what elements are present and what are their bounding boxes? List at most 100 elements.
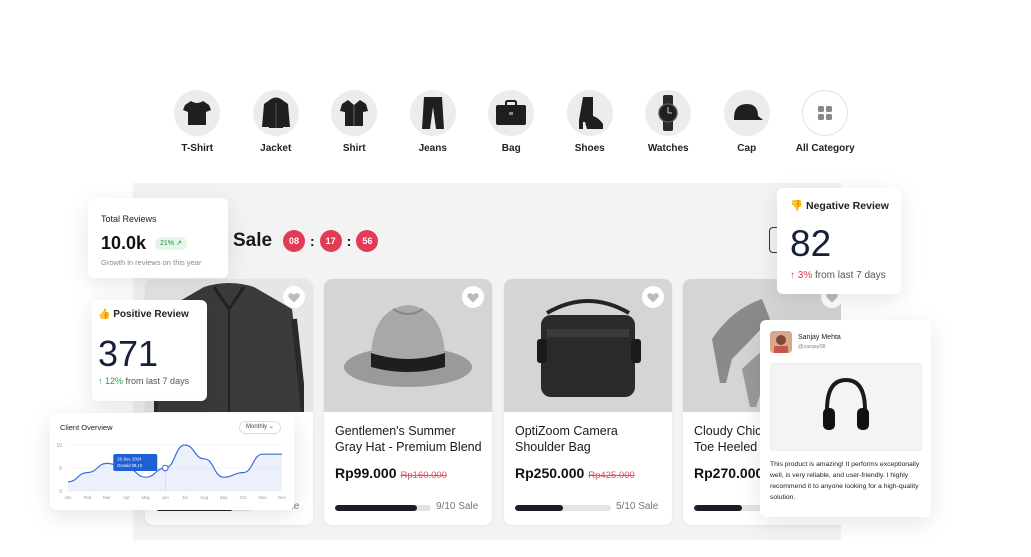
customer-review-card: Sanjay Mehta @sanjay08 This product is a… bbox=[760, 320, 931, 517]
current-price: Rp250.000 bbox=[515, 465, 585, 481]
category-bar: T-Shirt Jacket Shirt Jeans Bag Shoes Wat… bbox=[158, 90, 865, 154]
x-tick-label: Oct bbox=[240, 495, 248, 500]
product-card[interactable]: Gentlemen's Summer Gray Hat - Premium Bl… bbox=[324, 279, 492, 525]
product-image-hat bbox=[324, 279, 492, 412]
x-tick-label: Jul bbox=[182, 495, 188, 500]
negative-review-title: Negative Review bbox=[806, 200, 889, 212]
jacket-icon bbox=[252, 90, 299, 136]
timer-separator: : bbox=[346, 233, 352, 249]
category-label: Watches bbox=[647, 143, 689, 154]
category-label: Bag bbox=[501, 143, 521, 154]
positive-change-value: 12% bbox=[105, 376, 124, 386]
category-shirt[interactable]: Shirt bbox=[315, 90, 394, 154]
x-tick-label: Aug bbox=[200, 495, 209, 500]
category-label: Shirt bbox=[342, 143, 366, 154]
current-price: Rp99.000 bbox=[335, 465, 397, 481]
negative-change-value: 3% bbox=[797, 270, 813, 281]
category-tshirt[interactable]: T-Shirt bbox=[158, 90, 237, 154]
product-price: Rp270.000 bbox=[694, 465, 763, 481]
tooltip-date: 26 Jun, 2024 bbox=[117, 457, 142, 462]
product-name[interactable]: Gentlemen's Summer Gray Hat - Premium Bl… bbox=[335, 423, 485, 455]
shoes-icon bbox=[566, 90, 613, 136]
x-tick-label: Apr bbox=[123, 495, 131, 500]
sale-progress-fill bbox=[335, 505, 417, 511]
sold-count: 9/10 Sale bbox=[436, 501, 479, 512]
heart-icon bbox=[288, 292, 300, 302]
product-price: Rp99.000 Rp160.000 bbox=[335, 465, 447, 481]
sale-progress-fill bbox=[515, 505, 563, 511]
headphones-icon bbox=[823, 377, 869, 430]
thumbs-up-icon: 👍 bbox=[98, 309, 111, 320]
total-reviews-value: 10.0k bbox=[101, 233, 147, 253]
countdown-timer: 08 : 17 : 56 bbox=[283, 230, 379, 252]
negative-review-value: 82 bbox=[790, 223, 832, 264]
y-tick-label: 0 bbox=[59, 489, 62, 495]
product-name[interactable]: OptiZoom Camera Shoulder Bag bbox=[515, 423, 665, 455]
avatar bbox=[770, 331, 792, 353]
timer-hours: 08 bbox=[283, 230, 305, 252]
original-price: Rp160.000 bbox=[400, 470, 447, 481]
category-label: T-Shirt bbox=[181, 143, 214, 154]
category-all[interactable]: All Category bbox=[786, 90, 865, 154]
category-jeans[interactable]: Jeans bbox=[394, 90, 473, 154]
negative-review-header: 👎 Negative Review bbox=[790, 199, 889, 212]
arrow-up-icon: ↑ bbox=[98, 376, 103, 386]
x-tick-label: Mar bbox=[103, 495, 111, 500]
timer-minutes: 17 bbox=[319, 230, 342, 252]
review-text: This product is amazing! It performs exc… bbox=[770, 461, 920, 501]
category-watches[interactable]: Watches bbox=[629, 90, 708, 154]
negative-review-change: ↑ 3% from last 7 days bbox=[790, 270, 886, 281]
x-tick-label: Sep bbox=[220, 495, 229, 500]
watch-icon bbox=[645, 90, 692, 136]
product-name[interactable]: Cloudy Chic Toe Heeled bbox=[694, 423, 764, 455]
tooltip-value: Donald 09,10 bbox=[117, 463, 143, 468]
sold-count: 5/10 Sale bbox=[616, 501, 659, 512]
total-reviews-title: Total Reviews bbox=[101, 214, 157, 224]
sale-progress-fill bbox=[694, 505, 742, 511]
category-cap[interactable]: Cap bbox=[708, 90, 787, 154]
reviewer-handle: @sanjay08 bbox=[798, 344, 826, 350]
grid-icon bbox=[802, 90, 849, 136]
favorite-button[interactable] bbox=[642, 286, 664, 308]
bag-icon bbox=[488, 90, 535, 136]
total-reviews-card: Total Reviews 10.0k 21% ↗ Growth in revi… bbox=[88, 198, 228, 278]
product-card[interactable]: OptiZoom Camera Shoulder Bag Rp250.000 Rp… bbox=[504, 279, 672, 525]
highlight-point bbox=[161, 464, 169, 472]
category-bag[interactable]: Bag bbox=[472, 90, 551, 154]
heart-icon bbox=[647, 292, 659, 302]
growth-badge: 21% ↗ bbox=[155, 237, 187, 250]
category-label: Cap bbox=[737, 143, 757, 154]
favorite-button[interactable] bbox=[462, 286, 484, 308]
original-price: Rp425.000 bbox=[588, 470, 635, 481]
favorite-button[interactable] bbox=[283, 286, 305, 308]
y-tick-label: 5 bbox=[59, 466, 62, 472]
positive-review-card: 👍 Positive Review 371 ↑ 12% from last 7 … bbox=[92, 300, 207, 401]
review-product-image bbox=[770, 363, 922, 451]
x-tick-label: Jan bbox=[64, 495, 72, 500]
negative-review-card: 👎 Negative Review 82 ↑ 3% from last 7 da… bbox=[777, 188, 901, 294]
flash-sale-title: Sale bbox=[233, 230, 273, 251]
sale-progress-bar bbox=[335, 505, 431, 511]
client-overview-card: Client Overview Monthly ⌄ 0 5 10 Jan Feb Mar A… bbox=[50, 413, 294, 510]
product-price: Rp250.000 Rp425.000 bbox=[515, 465, 635, 481]
trend-up-icon: ↗ bbox=[175, 240, 182, 247]
timer-separator: : bbox=[310, 233, 315, 249]
category-shoes[interactable]: Shoes bbox=[551, 90, 630, 154]
category-label: All Category bbox=[795, 143, 855, 154]
x-tick-label: Feb bbox=[84, 495, 92, 500]
current-price: Rp270.000 bbox=[694, 465, 764, 481]
client-overview-chart: 0 5 10 Jan Feb Mar Apr May Jun Jul Aug Sep Oct Nov Dec… bbox=[56, 443, 286, 500]
sale-progress-bar bbox=[515, 505, 611, 511]
category-label: Jacket bbox=[260, 143, 292, 154]
x-tick-label: Jun bbox=[162, 495, 170, 500]
jeans-icon bbox=[409, 90, 456, 136]
negative-change-label: from last 7 days bbox=[815, 270, 886, 281]
y-tick-label: 10 bbox=[56, 443, 62, 449]
positive-review-value: 371 bbox=[98, 333, 159, 374]
heart-icon bbox=[467, 292, 479, 302]
positive-review-title: Positive Review bbox=[113, 309, 189, 320]
category-label: Shoes bbox=[574, 143, 605, 154]
category-jacket[interactable]: Jacket bbox=[237, 90, 316, 154]
positive-review-header: 👍 Positive Review bbox=[98, 309, 189, 320]
tshirt-icon bbox=[174, 90, 221, 136]
